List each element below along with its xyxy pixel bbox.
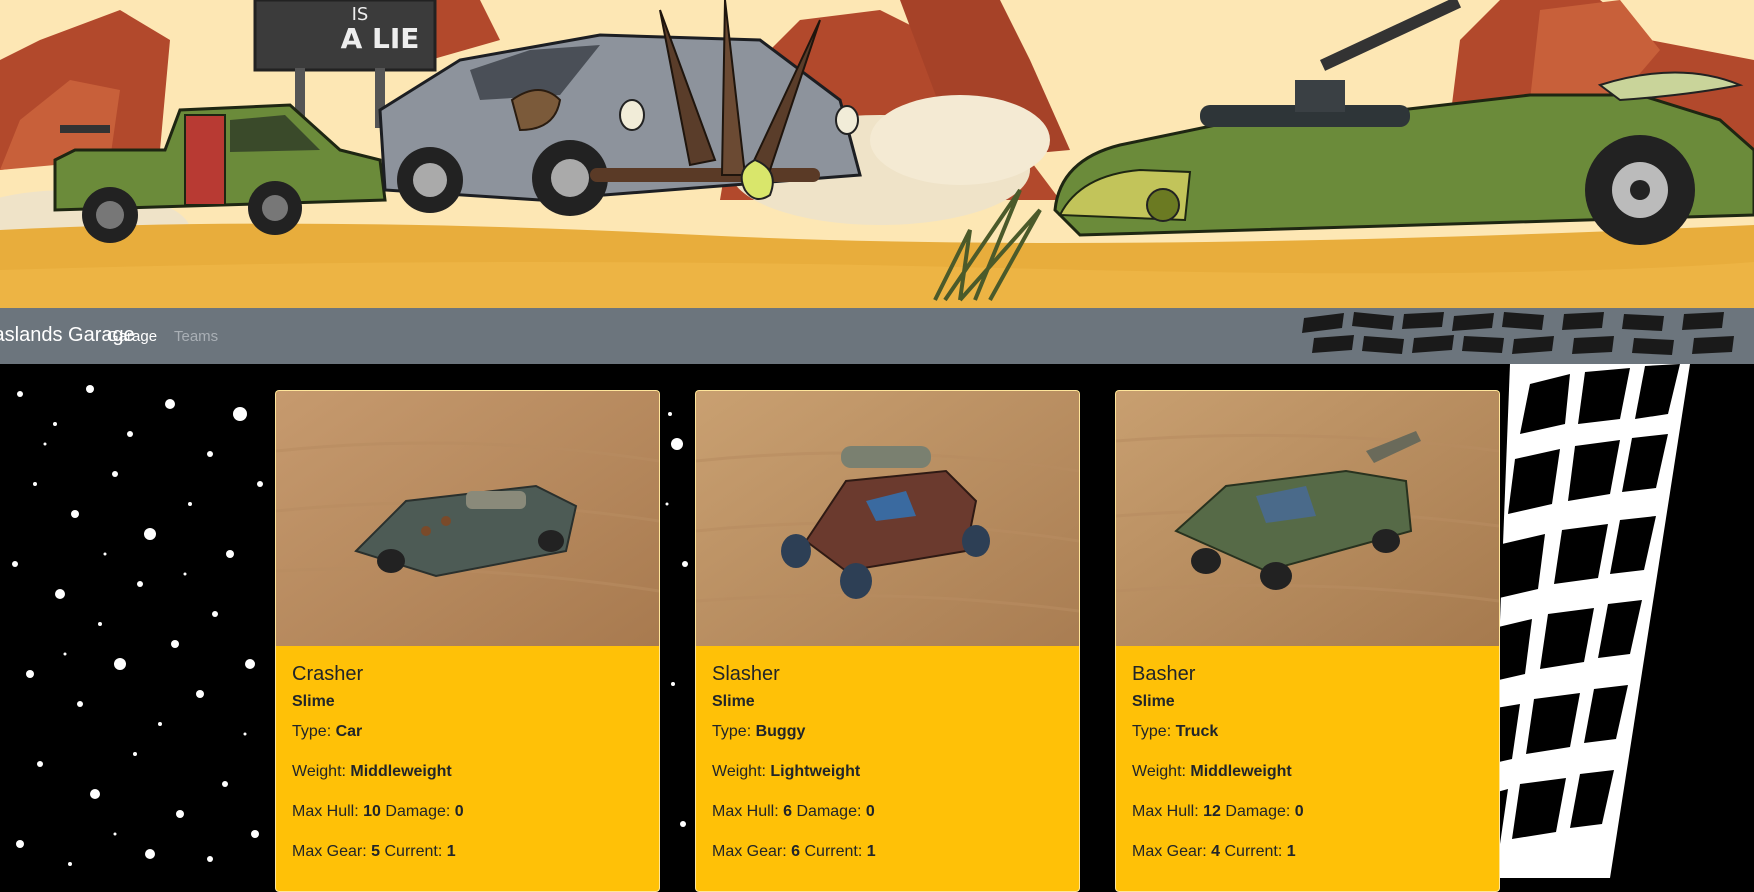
vehicle-weight-value: Lightweight: [770, 763, 861, 780]
vehicle-weight-row: Weight: Middleweight: [292, 763, 452, 780]
billboard-text: A LIE: [341, 22, 420, 55]
vehicle-photo: [276, 391, 659, 646]
vehicle-type-value: Truck: [1175, 723, 1219, 740]
vehicle-card[interactable]: Slasher Slime Type: Buggy Weight: Lightw…: [695, 390, 1080, 892]
vehicle-name: Crasher: [292, 663, 364, 685]
vehicle-team: Slime: [292, 693, 335, 710]
vehicle-hull-value: 6: [783, 803, 793, 820]
vehicle-gear-row: Max Gear: 4 Current: 1: [1132, 843, 1296, 860]
vehicle-hull-value: 12: [1203, 803, 1221, 820]
vehicle-gear-value: 6: [791, 843, 801, 860]
tire-tread-decoration: [1302, 312, 1734, 355]
vehicle-card[interactable]: Crasher Slime Type: Car Weight: Middlewe…: [275, 390, 660, 892]
tire-track-decoration: [1490, 364, 1754, 878]
vehicle-gear-value: 5: [371, 843, 381, 860]
nav-link-teams[interactable]: Teams: [174, 328, 218, 346]
vehicle-card[interactable]: Basher Slime Type: Truck Weight: Middlew…: [1115, 390, 1500, 892]
vehicle-current-gear-value: 1: [1286, 843, 1296, 860]
vehicle-damage-value: 0: [1294, 803, 1304, 820]
hero-illustration: IS A LIE: [0, 0, 1754, 308]
vehicle-gear-row: Max Gear: 5 Current: 1: [292, 843, 456, 860]
vehicle-weight-row: Weight: Middleweight: [1132, 763, 1292, 780]
vehicle-photo: [696, 391, 1079, 646]
vehicle-damage-value: 0: [865, 803, 875, 820]
vehicle-weight-value: Middleweight: [1190, 763, 1292, 780]
paint-splatter-decoration: [12, 385, 263, 866]
navbar: Gaslands Garage Garage Teams: [0, 308, 1754, 364]
vehicle-team: Slime: [1132, 693, 1175, 710]
vehicle-photo: [1116, 391, 1499, 646]
vehicle-type-value: Car: [335, 723, 363, 740]
vehicle-name: Slasher: [712, 663, 780, 685]
vehicle-team: Slime: [712, 693, 755, 710]
vehicle-name: Basher: [1132, 663, 1196, 685]
vehicle-gear-value: 4: [1211, 843, 1221, 860]
vehicle-hull-row: Max Hull: 6 Damage: 0: [712, 803, 875, 820]
vehicle-current-gear-value: 1: [866, 843, 876, 860]
paint-splatter-decoration-middle: [665, 412, 688, 827]
vehicle-hull-row: Max Hull: 10 Damage: 0: [292, 803, 464, 820]
vehicle-hull-row: Max Hull: 12 Damage: 0: [1132, 803, 1304, 820]
vehicle-gear-row: Max Gear: 6 Current: 1: [712, 843, 876, 860]
vehicle-current-gear-value: 1: [446, 843, 456, 860]
vehicle-type-row: Type: Buggy: [712, 723, 806, 740]
vehicle-damage-value: 0: [454, 803, 464, 820]
vehicle-type-row: Type: Truck: [1132, 723, 1219, 740]
hero-banner: IS A LIE: [0, 0, 1754, 308]
vehicle-type-value: Buggy: [755, 723, 806, 740]
vehicle-hull-value: 10: [363, 803, 381, 820]
vehicle-type-row: Type: Car: [292, 723, 363, 740]
vehicle-weight-row: Weight: Lightweight: [712, 763, 861, 780]
vehicle-weight-value: Middleweight: [350, 763, 452, 780]
nav-link-garage[interactable]: Garage: [107, 328, 157, 346]
